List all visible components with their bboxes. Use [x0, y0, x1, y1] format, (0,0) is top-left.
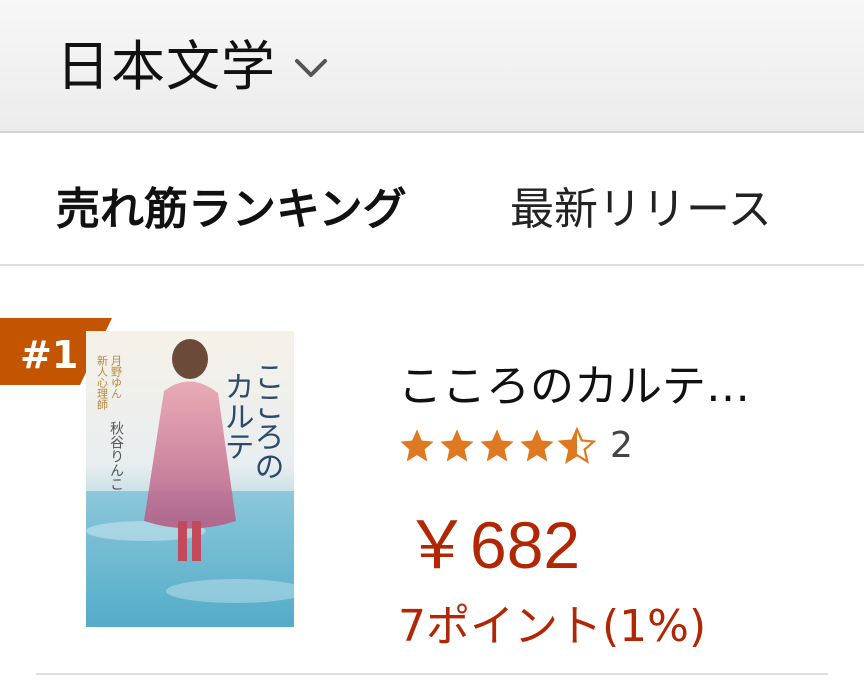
svg-text:秋谷りんこ: 秋谷りんこ — [108, 421, 124, 491]
svg-text:こころの: こころの — [249, 361, 284, 481]
star-full-icon — [400, 428, 434, 462]
tab-bestsellers[interactable]: 売れ筋ランキング — [56, 173, 407, 237]
top-bar: 日本文学 — [0, 0, 864, 133]
points: 7ポイント(1%) — [398, 601, 707, 652]
chevron-down-icon — [295, 58, 327, 77]
svg-text:新人心理師: 新人心理師 — [96, 354, 109, 410]
divider — [36, 673, 828, 675]
category-label: 日本文学 — [56, 35, 276, 98]
star-half-icon — [558, 426, 596, 464]
rank-label: #1 — [20, 333, 79, 377]
tab-new-releases[interactable]: 最新リリース — [510, 173, 772, 237]
book-cover[interactable]: こころの カルテ 新人心理師 月野ゆん 秋谷りんこ — [86, 331, 294, 627]
star-rating[interactable]: 2 — [398, 425, 633, 466]
book-cover-image: こころの カルテ 新人心理師 月野ゆん 秋谷りんこ — [86, 331, 294, 627]
price: ￥682 — [404, 508, 581, 582]
star-full-icon — [520, 428, 554, 462]
star-full-icon — [440, 428, 474, 462]
svg-text:月野ゆん: 月野ゆん — [110, 355, 123, 399]
review-count[interactable]: 2 — [610, 425, 633, 466]
svg-text:カルテ: カルテ — [219, 371, 254, 461]
ranking-tabs: 売れ筋ランキング 最新リリース — [0, 133, 864, 266]
book-title[interactable]: こころのカルテ… — [398, 350, 750, 414]
category-dropdown[interactable]: 日本文学 — [56, 22, 328, 101]
star-full-icon — [480, 428, 514, 462]
